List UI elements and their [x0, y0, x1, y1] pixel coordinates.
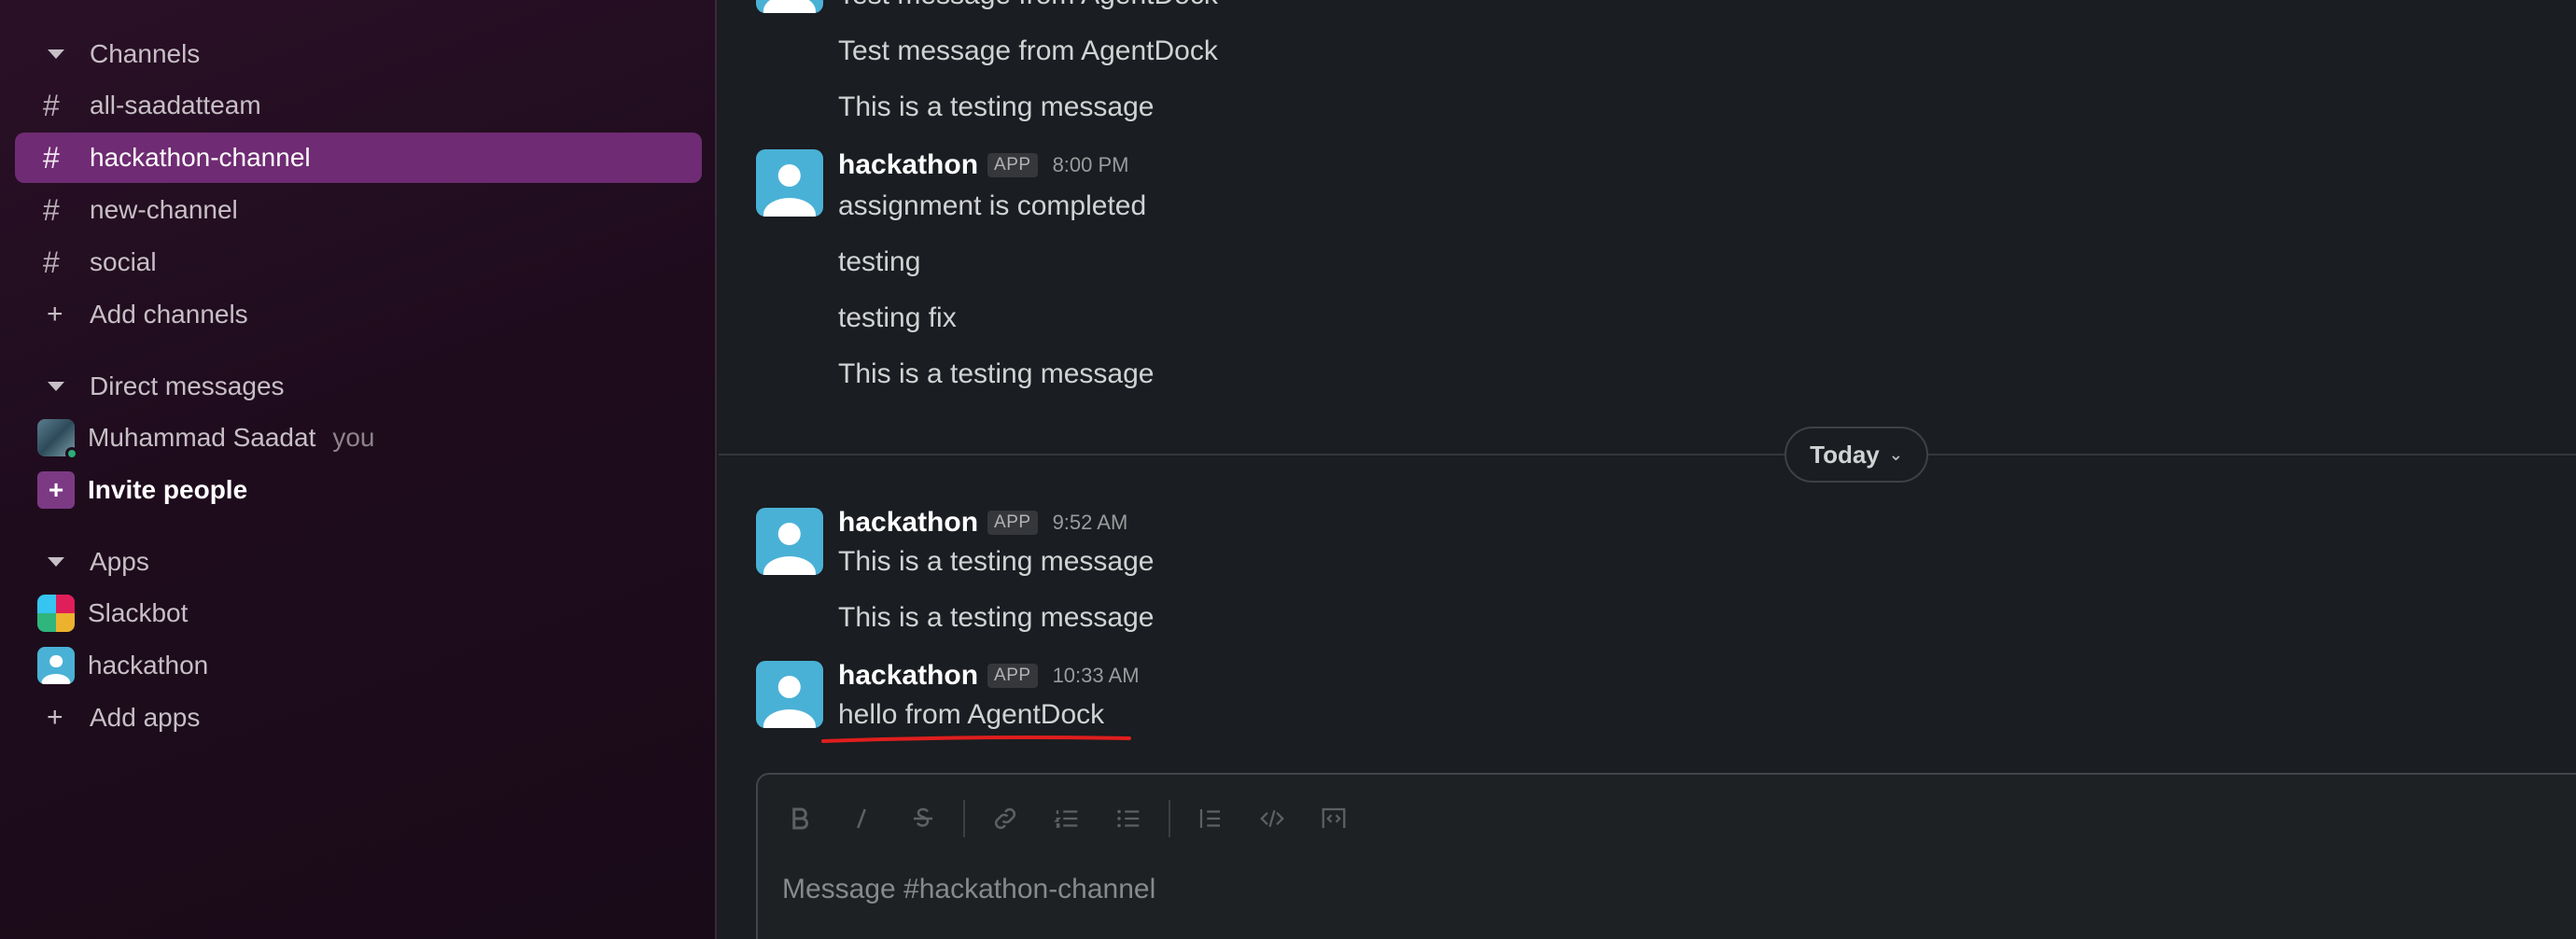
presence-active-icon — [65, 447, 78, 460]
message-header: hackathon APP 10:33 AM — [838, 657, 1140, 694]
bulleted-list-icon[interactable] — [1107, 797, 1150, 840]
caret-down-icon — [48, 49, 64, 59]
channel-label: hackathon-channel — [90, 143, 311, 172]
toolbar-separator — [963, 800, 965, 837]
add-apps-button[interactable]: + Add apps — [15, 693, 702, 743]
sidebar-channel-new-channel[interactable]: # new-channel — [15, 185, 702, 235]
apps-section-toggle[interactable]: Apps — [37, 541, 149, 582]
sidebar-app-slackbot[interactable]: Slackbot — [15, 588, 702, 638]
app-badge: APP — [987, 511, 1038, 535]
slackbot-icon — [37, 595, 75, 632]
add-apps-label: Add apps — [90, 703, 201, 732]
sidebar: Channels # all-saadatteam # hackathon-ch… — [0, 0, 717, 939]
code-icon[interactable] — [1251, 797, 1294, 840]
plus-icon: + — [47, 299, 63, 329]
hash-icon: # — [43, 245, 60, 279]
hash-icon: # — [43, 140, 60, 175]
channel-label: new-channel — [90, 195, 238, 224]
channels-section-toggle[interactable]: Channels — [37, 34, 200, 75]
caret-down-icon — [48, 382, 64, 391]
channels-header: Channels — [90, 39, 201, 68]
message-text: This is a testing message — [838, 546, 1155, 577]
message-text: Test message from AgentDock — [838, 0, 1218, 11]
red-underline-annotation — [821, 736, 1131, 743]
sidebar-channel-hackathon-channel[interactable]: # hackathon-channel — [15, 133, 702, 183]
sender-name[interactable]: hackathon — [838, 507, 978, 539]
dm-header: Direct messages — [90, 371, 285, 400]
toolbar-separator — [1169, 800, 1170, 837]
app-label: Slackbot — [88, 598, 189, 627]
sidebar-channel-social[interactable]: # social — [15, 237, 702, 287]
strikethrough-icon[interactable] — [902, 797, 945, 840]
add-channels-label: Add channels — [90, 300, 248, 329]
date-divider-line — [719, 454, 2576, 455]
sidebar-app-hackathon[interactable]: hackathon — [15, 640, 702, 691]
plus-icon: + — [37, 471, 75, 509]
message-input[interactable] — [782, 866, 2555, 913]
person-avatar-icon — [756, 0, 823, 13]
app-label: hackathon — [88, 651, 209, 680]
hash-icon: # — [43, 192, 60, 227]
message-header: hackathon APP 9:52 AM — [838, 504, 1127, 541]
caret-down-icon — [48, 557, 64, 567]
message-text: This is a testing message — [838, 91, 1155, 122]
message-timestamp[interactable]: 10:33 AM — [1053, 664, 1140, 688]
invite-people-label: Invite people — [88, 475, 248, 504]
message-text: testing — [838, 246, 921, 277]
date-divider-button[interactable]: Today ⌄ — [1785, 427, 1928, 483]
message-text: Test message from AgentDock — [838, 35, 1218, 66]
date-divider-label: Today — [1810, 440, 1880, 469]
app-badge: APP — [987, 664, 1038, 688]
user-avatar — [37, 419, 78, 460]
plus-icon: + — [47, 702, 63, 733]
message-text: hello from AgentDock — [838, 699, 1105, 730]
message-composer — [756, 773, 2576, 939]
bold-icon[interactable] — [778, 797, 821, 840]
italic-icon[interactable] — [840, 797, 883, 840]
message-pane: Test message from AgentDock Test message… — [719, 0, 2576, 939]
message-timestamp[interactable]: 9:52 AM — [1053, 511, 1128, 535]
sender-name[interactable]: hackathon — [838, 660, 978, 692]
dm-section-toggle[interactable]: Direct messages — [37, 366, 285, 407]
person-avatar-icon — [37, 647, 75, 684]
message-header: hackathon APP 8:00 PM — [838, 147, 1129, 184]
apps-header: Apps — [90, 547, 149, 576]
ordered-list-icon[interactable] — [1045, 797, 1088, 840]
message-timestamp[interactable]: 8:00 PM — [1053, 153, 1129, 177]
formatting-toolbar — [778, 795, 1355, 842]
person-avatar-icon[interactable] — [756, 149, 823, 217]
sender-name[interactable]: hackathon — [838, 149, 978, 181]
chevron-down-icon: ⌄ — [1888, 444, 1903, 464]
sidebar-dm-muhammad-saadat[interactable]: Muhammad Saadat you — [15, 413, 702, 463]
sidebar-channel-all-saadatteam[interactable]: # all-saadatteam — [15, 80, 702, 131]
code-block-icon[interactable] — [1312, 797, 1355, 840]
person-avatar-icon[interactable] — [756, 661, 823, 728]
hash-icon: # — [43, 88, 60, 122]
you-label: you — [332, 423, 375, 452]
message-text: This is a testing message — [838, 602, 1155, 633]
message-text: assignment is completed — [838, 190, 1147, 221]
blockquote-icon[interactable] — [1189, 797, 1232, 840]
message-text: testing fix — [838, 302, 957, 333]
person-avatar-icon[interactable] — [756, 508, 823, 575]
add-channels-button[interactable]: + Add channels — [15, 289, 702, 340]
app-badge: APP — [987, 153, 1038, 177]
channel-label: social — [90, 247, 157, 276]
dm-user-label: Muhammad Saadat — [88, 423, 316, 452]
invite-people-button[interactable]: + Invite people — [15, 465, 702, 515]
link-icon[interactable] — [984, 797, 1027, 840]
message-text: This is a testing message — [838, 358, 1155, 389]
channel-label: all-saadatteam — [90, 91, 261, 119]
